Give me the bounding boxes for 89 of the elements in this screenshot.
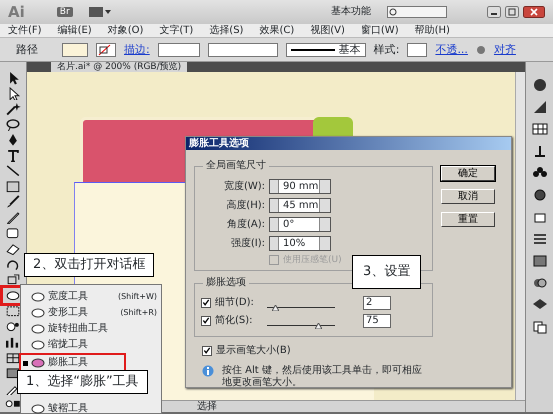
group-title: 全局画笔尺寸 [203, 160, 269, 172]
bridge-button[interactable]: Br [56, 6, 73, 18]
dialog-button[interactable]: 取消 [441, 189, 495, 204]
mesh-icon[interactable] [4, 350, 22, 364]
status-tool-label[interactable]: 选择 [197, 400, 217, 412]
field-label: 强度(I): [230, 238, 265, 250]
minimize-icon[interactable] [487, 6, 501, 18]
slider-label: 细节(D): [215, 296, 255, 309]
tool-icon [31, 323, 45, 335]
lasso-icon[interactable] [4, 118, 22, 132]
menu-item[interactable]: 文件(F) [8, 24, 42, 36]
club-icon[interactable] [532, 166, 548, 180]
menu-item[interactable]: 效果(C) [259, 24, 294, 36]
workspace-switcher[interactable]: 基本功能 [331, 6, 371, 18]
value-field[interactable]: 2 [363, 296, 391, 310]
checkbox-label: 使用压感笔(U) [283, 255, 342, 266]
checkbox[interactable] [201, 298, 211, 308]
stroke-weight-field[interactable] [158, 42, 200, 56]
field-label: 角度(A): [226, 218, 265, 230]
flyout-item[interactable]: 旋转扭曲工具 [21, 321, 161, 337]
shortcut-label: (Shift+R) [120, 308, 157, 318]
menu-item[interactable]: 选择(S) [209, 24, 244, 36]
menu-item[interactable]: 窗口(W) [360, 24, 399, 36]
value-spinner[interactable]: 0° [269, 217, 331, 232]
callout-note: 3、设置 [352, 255, 422, 289]
slider-thumb[interactable] [272, 304, 280, 311]
value-spinner[interactable]: 45 mm [269, 198, 331, 213]
maximize-icon[interactable] [505, 6, 519, 18]
menu-item[interactable]: 视图(V) [310, 24, 345, 36]
square-icon[interactable] [532, 254, 548, 268]
menu-item[interactable]: 帮助(H) [414, 24, 450, 36]
variable-profile-dropdown[interactable] [208, 42, 278, 56]
overlap-circles-icon[interactable] [532, 276, 548, 290]
graphic-style-dropdown[interactable] [407, 42, 428, 56]
line-icon[interactable] [4, 164, 22, 178]
opacity-link[interactable]: 不透... [435, 42, 468, 56]
menu-item[interactable]: 编辑(E) [58, 24, 92, 36]
slider-label: 简化(S): [215, 314, 254, 327]
tool-icon [31, 357, 45, 369]
callout-note: 2、双击打开对话框 [24, 253, 154, 277]
flyout-item[interactable]: 变形工具 (Shift+R) [21, 305, 161, 321]
field-label: 高度(H): [225, 200, 265, 212]
object-type-label: 路径 [16, 42, 38, 56]
stroke-swatch[interactable] [96, 42, 116, 56]
tool-icon [31, 307, 45, 319]
tool-icon [31, 339, 45, 351]
vertical-scrollbar[interactable] [515, 72, 525, 400]
info-icon [202, 364, 214, 377]
stroke-link[interactable]: 描边: [124, 42, 150, 56]
document-tab[interactable]: 名片.ai* @ 200% (RGB/预览) [51, 62, 188, 73]
lines-icon[interactable] [532, 232, 548, 246]
style-label: 样式: [374, 42, 400, 56]
flyout-item[interactable]: 缩拢工具 [21, 337, 161, 353]
fill-swatch[interactable] [62, 42, 88, 56]
flyout-item[interactable]: 皱褶工具 [21, 401, 161, 414]
app-logo: Ai [8, 3, 25, 21]
circle-icon[interactable] [532, 188, 548, 202]
dialog-title: 膨胀工具选项 [186, 137, 511, 150]
rectangle-icon[interactable] [4, 180, 22, 194]
magic-wand-icon[interactable] [4, 102, 22, 116]
hint-text: 按住 Alt 键，然后使用该工具单击，即可相应地更改画笔大小。 [222, 364, 422, 389]
close-icon[interactable] [523, 6, 545, 18]
search-field[interactable] [387, 6, 447, 18]
value-spinner[interactable]: 90 mm [269, 179, 331, 194]
checkbox-label: 显示画笔大小(B) [216, 344, 291, 357]
eraser-icon[interactable] [4, 242, 22, 256]
checkbox[interactable] [202, 346, 212, 356]
slider-thumb[interactable] [315, 322, 322, 329]
tool-icon [31, 291, 45, 303]
flyout-item[interactable]: 膨胀工具 [21, 355, 124, 371]
pencil-icon[interactable] [4, 210, 22, 224]
pages-icon[interactable] [532, 320, 548, 334]
grid-icon[interactable] [532, 122, 548, 136]
group-title: 膨胀选项 [203, 276, 249, 289]
callout-note: 1、选择“膨胀”工具 [17, 370, 148, 394]
checkmark-icon [203, 346, 211, 356]
value-field[interactable]: 75 [363, 314, 391, 328]
value-spinner[interactable]: 10% [269, 236, 331, 251]
dialog-button[interactable]: 确定 [441, 166, 495, 181]
flyout-item[interactable]: 宽度工具 (Shift+W) [21, 289, 161, 305]
field-label: 宽度(W): [222, 180, 265, 192]
tool-icon [31, 403, 45, 414]
checkbox[interactable] [201, 316, 211, 326]
menu-item[interactable]: 对象(O) [108, 24, 144, 36]
menu-item[interactable]: 文字(T) [159, 24, 194, 36]
dialog-button[interactable]: 重置 [441, 212, 495, 227]
shortcut-label: (Shift+W) [118, 292, 157, 302]
align-link[interactable]: 对齐 [494, 42, 516, 56]
brush-dropdown[interactable]: 基本 [286, 42, 366, 56]
